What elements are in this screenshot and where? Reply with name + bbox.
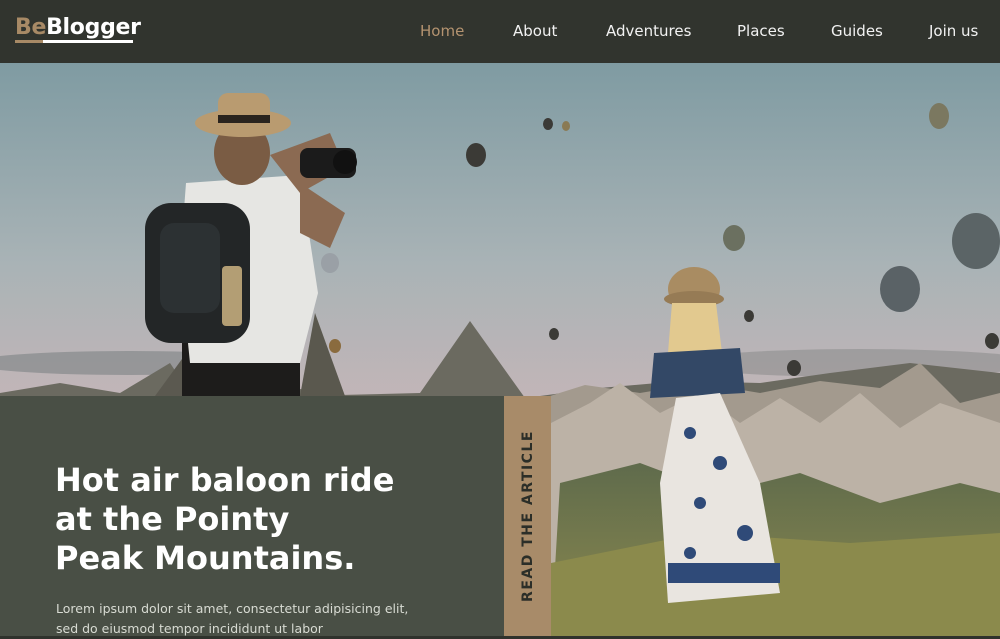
logo-underline xyxy=(15,40,133,43)
read-article-button[interactable]: READ THE ARTICLE xyxy=(504,396,551,636)
article-title[interactable]: Hot air baloon ride at the Pointy Peak M… xyxy=(55,461,475,578)
nav-join-us[interactable]: Join us xyxy=(929,22,978,40)
article-excerpt: Lorem ipsum dolor sit amet, consectetur … xyxy=(56,600,409,636)
nav-home[interactable]: Home xyxy=(420,22,464,40)
logo-prefix: Be xyxy=(15,15,47,40)
nav-places[interactable]: Places xyxy=(737,22,785,40)
featured-article-card: Hot air baloon ride at the Pointy Peak M… xyxy=(0,396,504,636)
read-article-label: READ THE ARTICLE xyxy=(519,430,536,602)
nav-adventures[interactable]: Adventures xyxy=(606,22,691,40)
top-navigation-bar: BeBlogger Home About Adventures Places G… xyxy=(0,0,1000,63)
logo-name: Blogger xyxy=(46,15,141,40)
nav-guides[interactable]: Guides xyxy=(831,22,883,40)
nav-about[interactable]: About xyxy=(513,22,557,40)
site-logo[interactable]: BeBlogger xyxy=(15,15,141,40)
